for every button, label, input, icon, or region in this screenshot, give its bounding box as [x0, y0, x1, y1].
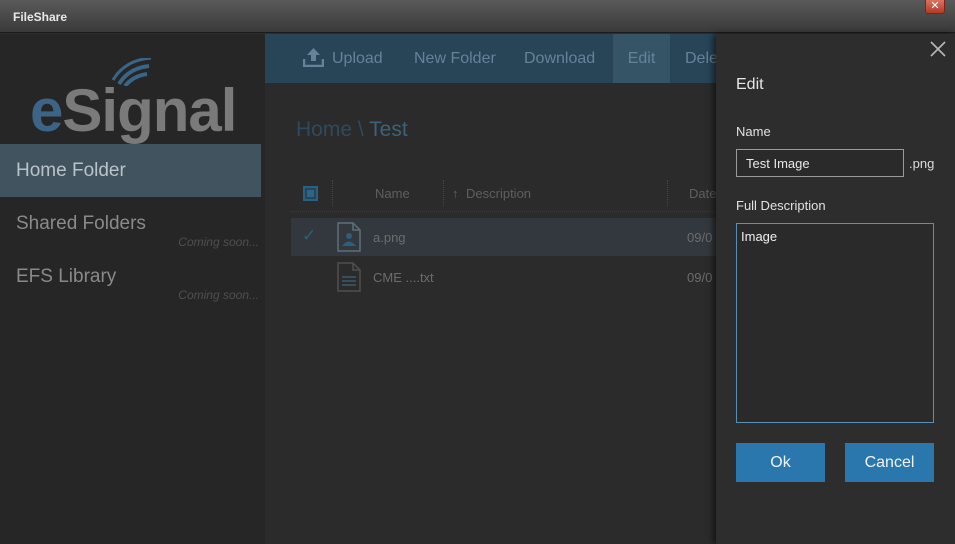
column-header-name[interactable]: Name: [375, 186, 410, 201]
sidebar-item-label: Home Folder: [16, 160, 126, 181]
column-header-description[interactable]: Description: [466, 186, 531, 201]
cancel-button[interactable]: Cancel: [845, 443, 934, 482]
file-name: a.png: [373, 230, 406, 245]
window-close-button[interactable]: ✕: [925, 0, 945, 14]
upload-icon: [303, 48, 324, 67]
column-header-date[interactable]: Date: [689, 186, 716, 201]
sidebar-item-home-folder[interactable]: Home Folder: [0, 144, 261, 197]
new-folder-button[interactable]: New Folder: [414, 34, 496, 83]
name-input[interactable]: [736, 149, 904, 177]
edit-button[interactable]: Edit: [613, 34, 670, 83]
window-title: FileShare: [13, 10, 68, 24]
text-file-icon: [337, 262, 361, 292]
window-titlebar: FileShare ✕: [0, 0, 955, 33]
edit-panel: Edit Name .png Full Description Image Ok…: [716, 34, 955, 544]
file-extension: .png: [909, 156, 935, 171]
esignal-logo: eSignal: [30, 58, 240, 144]
image-file-icon: [337, 222, 361, 252]
download-button[interactable]: Download: [524, 34, 595, 83]
file-date: 09/0: [687, 270, 713, 285]
description-textarea[interactable]: Image: [736, 223, 934, 423]
checkmark-icon[interactable]: ✓: [302, 226, 316, 246]
full-description-label: Full Description: [736, 198, 826, 213]
column-divider: [443, 180, 444, 206]
coming-soon-note: Coming soon...: [178, 288, 259, 302]
sidebar-item-shared-folders[interactable]: Shared Folders Coming soon...: [0, 197, 261, 250]
column-divider: [667, 180, 668, 206]
table-header: Name ↑ Description Date: [291, 174, 721, 212]
coming-soon-note: Coming soon...: [178, 235, 259, 249]
select-all-checkbox[interactable]: [303, 186, 318, 201]
edit-panel-title: Edit: [736, 76, 764, 93]
breadcrumb: Home \ Test: [296, 118, 408, 142]
upload-button[interactable]: Upload: [303, 34, 383, 83]
file-name: CME ....txt: [373, 270, 434, 285]
table-row[interactable]: CME ....txt 09/0: [291, 258, 721, 296]
breadcrumb-separator: \: [352, 118, 370, 141]
sidebar-item-label: EFS Library: [16, 266, 117, 287]
sidebar-item-label: Shared Folders: [16, 213, 146, 234]
delete-button[interactable]: Dele: [685, 34, 718, 83]
breadcrumb-current: Test: [369, 118, 408, 141]
logo-wordmark: eSignal: [30, 77, 237, 144]
upload-label: Upload: [332, 50, 383, 67]
close-icon[interactable]: [929, 40, 947, 58]
breadcrumb-home[interactable]: Home: [296, 118, 352, 141]
sidebar: eSignal Home Folder Shared Folders Comin…: [0, 34, 265, 544]
file-date: 09/0: [687, 230, 713, 245]
ok-button[interactable]: Ok: [736, 443, 825, 482]
sidebar-item-efs-library[interactable]: EFS Library Coming soon...: [0, 250, 261, 303]
table-row[interactable]: ✓ a.png 09/0: [291, 218, 721, 256]
column-divider: [332, 180, 333, 206]
sort-arrow-up-icon: ↑: [452, 186, 459, 201]
name-label: Name: [736, 124, 771, 139]
